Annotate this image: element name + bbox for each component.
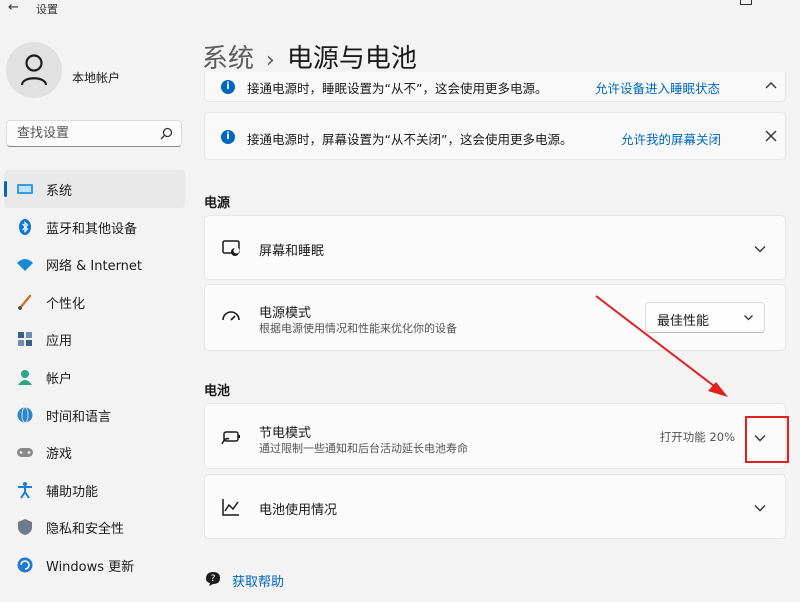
annotation-highlight-box xyxy=(745,416,789,463)
annotation-arrow xyxy=(595,295,728,397)
